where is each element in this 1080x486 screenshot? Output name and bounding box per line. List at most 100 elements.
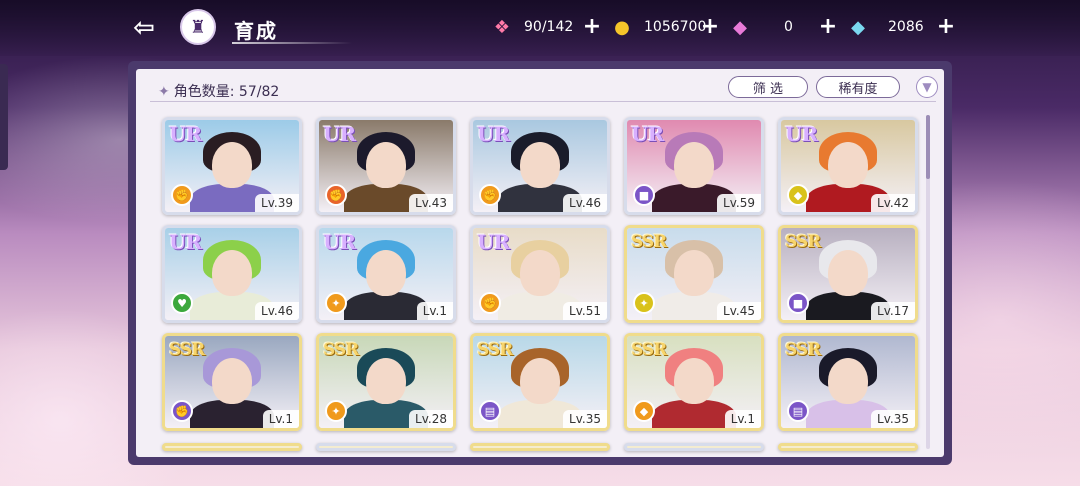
portrait-face <box>212 142 252 188</box>
rarity-badge: UR <box>477 122 510 146</box>
home-button[interactable]: ♜ <box>180 9 216 45</box>
level-label: Lv.42 <box>871 194 915 212</box>
character-count-label: 角色数量: <box>173 84 235 100</box>
sparkle-icon: ✦ <box>158 84 170 100</box>
level-label: Lv.59 <box>717 194 761 212</box>
character-card[interactable]: SSR ✊ Lv.1 <box>162 333 302 431</box>
resource-blue-gem: ◆ 2086 <box>846 14 924 40</box>
rarity-badge: UR <box>785 122 818 146</box>
panel-header: ✦ 角色数量: 57/82 筛 选 稀有度 ▼ <box>136 69 944 109</box>
character-card[interactable]: SSR ◆ Lv.1 <box>624 333 764 431</box>
add-stamina-button[interactable]: + <box>582 13 602 39</box>
portrait-face <box>212 250 252 296</box>
portrait-face <box>366 142 406 188</box>
rarity-badge: SSR <box>631 340 667 360</box>
resource-stamina: ❖ 90/142 <box>490 14 573 40</box>
rarity-badge: UR <box>477 230 510 254</box>
portrait-body <box>652 400 736 428</box>
portrait-face <box>520 142 560 188</box>
book-icon: ▤ <box>479 400 501 422</box>
portrait-face <box>212 358 252 404</box>
fist-icon: ✊ <box>171 184 193 206</box>
add-pink-gem-button[interactable]: + <box>818 13 838 39</box>
character-card[interactable]: UR ◆ Lv.42 <box>778 117 918 215</box>
rarity-badge: SSR <box>169 340 205 360</box>
add-blue-gem-button[interactable]: + <box>936 13 956 39</box>
character-card[interactable]: SSR ■ Lv.17 <box>778 225 918 323</box>
character-card-partial[interactable] <box>470 443 610 451</box>
character-card[interactable]: SSR ▤ Lv.35 <box>778 333 918 431</box>
character-card[interactable]: UR ✊ Lv.43 <box>316 117 456 215</box>
filter-button[interactable]: 筛 选 <box>728 76 808 98</box>
scrollbar-thumb[interactable] <box>926 115 930 179</box>
rarity-badge: SSR <box>631 232 667 252</box>
candy-icon: ❖ <box>493 16 511 38</box>
rarity-badge: SSR <box>477 340 513 360</box>
shield-icon: ◆ <box>787 184 809 206</box>
character-card[interactable]: UR ✦ Lv.1 <box>316 225 456 323</box>
resource-pink-gem: ◆ 0 <box>728 14 793 40</box>
side-tab-handle[interactable] <box>0 64 8 170</box>
rarity-badge: UR <box>323 122 356 146</box>
rarity-badge: UR <box>323 230 356 254</box>
portrait-face <box>674 250 714 296</box>
castle-home-icon: ♜ <box>189 16 207 38</box>
boot-icon: ■ <box>633 184 655 206</box>
character-grid: UR ✊ Lv.39 UR ✊ Lv.43 UR ✊ Lv.46 UR ■ Lv.59 UR ◆ Lv.42… <box>162 117 922 453</box>
portrait-face <box>366 358 406 404</box>
character-count-value: 57/82 <box>238 84 280 100</box>
character-card[interactable]: UR ✊ Lv.46 <box>470 117 610 215</box>
portrait-face <box>828 250 868 296</box>
book-icon: ▤ <box>787 400 809 422</box>
pink-gem-value: 0 <box>784 19 793 35</box>
blue-gem-value: 2086 <box>888 19 924 35</box>
level-label: Lv.28 <box>409 410 453 428</box>
wand-icon: ✦ <box>633 292 655 314</box>
pink-diamond-icon: ◆ <box>733 16 747 38</box>
back-button[interactable]: ⇦ <box>126 10 162 46</box>
portrait-body <box>190 400 274 428</box>
level-label: Lv.35 <box>563 410 607 428</box>
level-label: Lv.1 <box>416 302 453 320</box>
character-card-partial[interactable] <box>778 443 918 451</box>
character-count: ✦ 角色数量: 57/82 <box>158 81 279 101</box>
rarity-badge: UR <box>169 230 202 254</box>
character-card[interactable]: SSR ▤ Lv.35 <box>470 333 610 431</box>
character-card[interactable]: SSR ✦ Lv.45 <box>624 225 764 323</box>
sort-order-button[interactable]: ▼ <box>916 76 938 98</box>
rarity-badge: SSR <box>785 232 821 252</box>
rarity-badge: SSR <box>785 340 821 360</box>
rarity-badge: SSR <box>323 340 359 360</box>
character-card-partial[interactable] <box>624 443 764 451</box>
gold-coin-icon: ● <box>614 16 630 38</box>
portrait-face <box>828 142 868 188</box>
chevron-down-icon: ▼ <box>922 80 932 94</box>
level-label: Lv.1 <box>724 410 761 428</box>
fist-icon: ✊ <box>171 400 193 422</box>
shield-icon: ◆ <box>633 400 655 422</box>
level-label: Lv.43 <box>409 194 453 212</box>
portrait-body <box>344 292 428 320</box>
character-card-partial[interactable] <box>316 443 456 451</box>
resource-gold: ● 1056700 <box>610 14 706 40</box>
character-card[interactable]: UR ♥ Lv.46 <box>162 225 302 323</box>
level-label: Lv.1 <box>262 410 299 428</box>
page-title: 育成 <box>234 19 278 43</box>
stamina-value: 90/142 <box>524 19 574 35</box>
character-card-partial[interactable] <box>162 443 302 451</box>
wand-icon: ✦ <box>325 400 347 422</box>
character-card[interactable]: UR ✊ Lv.51 <box>470 225 610 323</box>
add-gold-button[interactable]: + <box>700 13 720 39</box>
character-card[interactable]: SSR ✦ Lv.28 <box>316 333 456 431</box>
character-panel: ✦ 角色数量: 57/82 筛 选 稀有度 ▼ UR ✊ Lv.39 UR ✊ Lv.43 U… <box>128 61 952 465</box>
portrait-face <box>674 142 714 188</box>
level-label: Lv.51 <box>563 302 607 320</box>
level-label: Lv.35 <box>871 410 915 428</box>
character-card[interactable]: UR ■ Lv.59 <box>624 117 764 215</box>
rarity-sort-button[interactable]: 稀有度 <box>816 76 900 98</box>
level-label: Lv.46 <box>563 194 607 212</box>
heart-hand-icon: ♥ <box>171 292 193 314</box>
title-underline <box>232 42 352 44</box>
back-arrow-icon: ⇦ <box>133 13 155 43</box>
character-card[interactable]: UR ✊ Lv.39 <box>162 117 302 215</box>
